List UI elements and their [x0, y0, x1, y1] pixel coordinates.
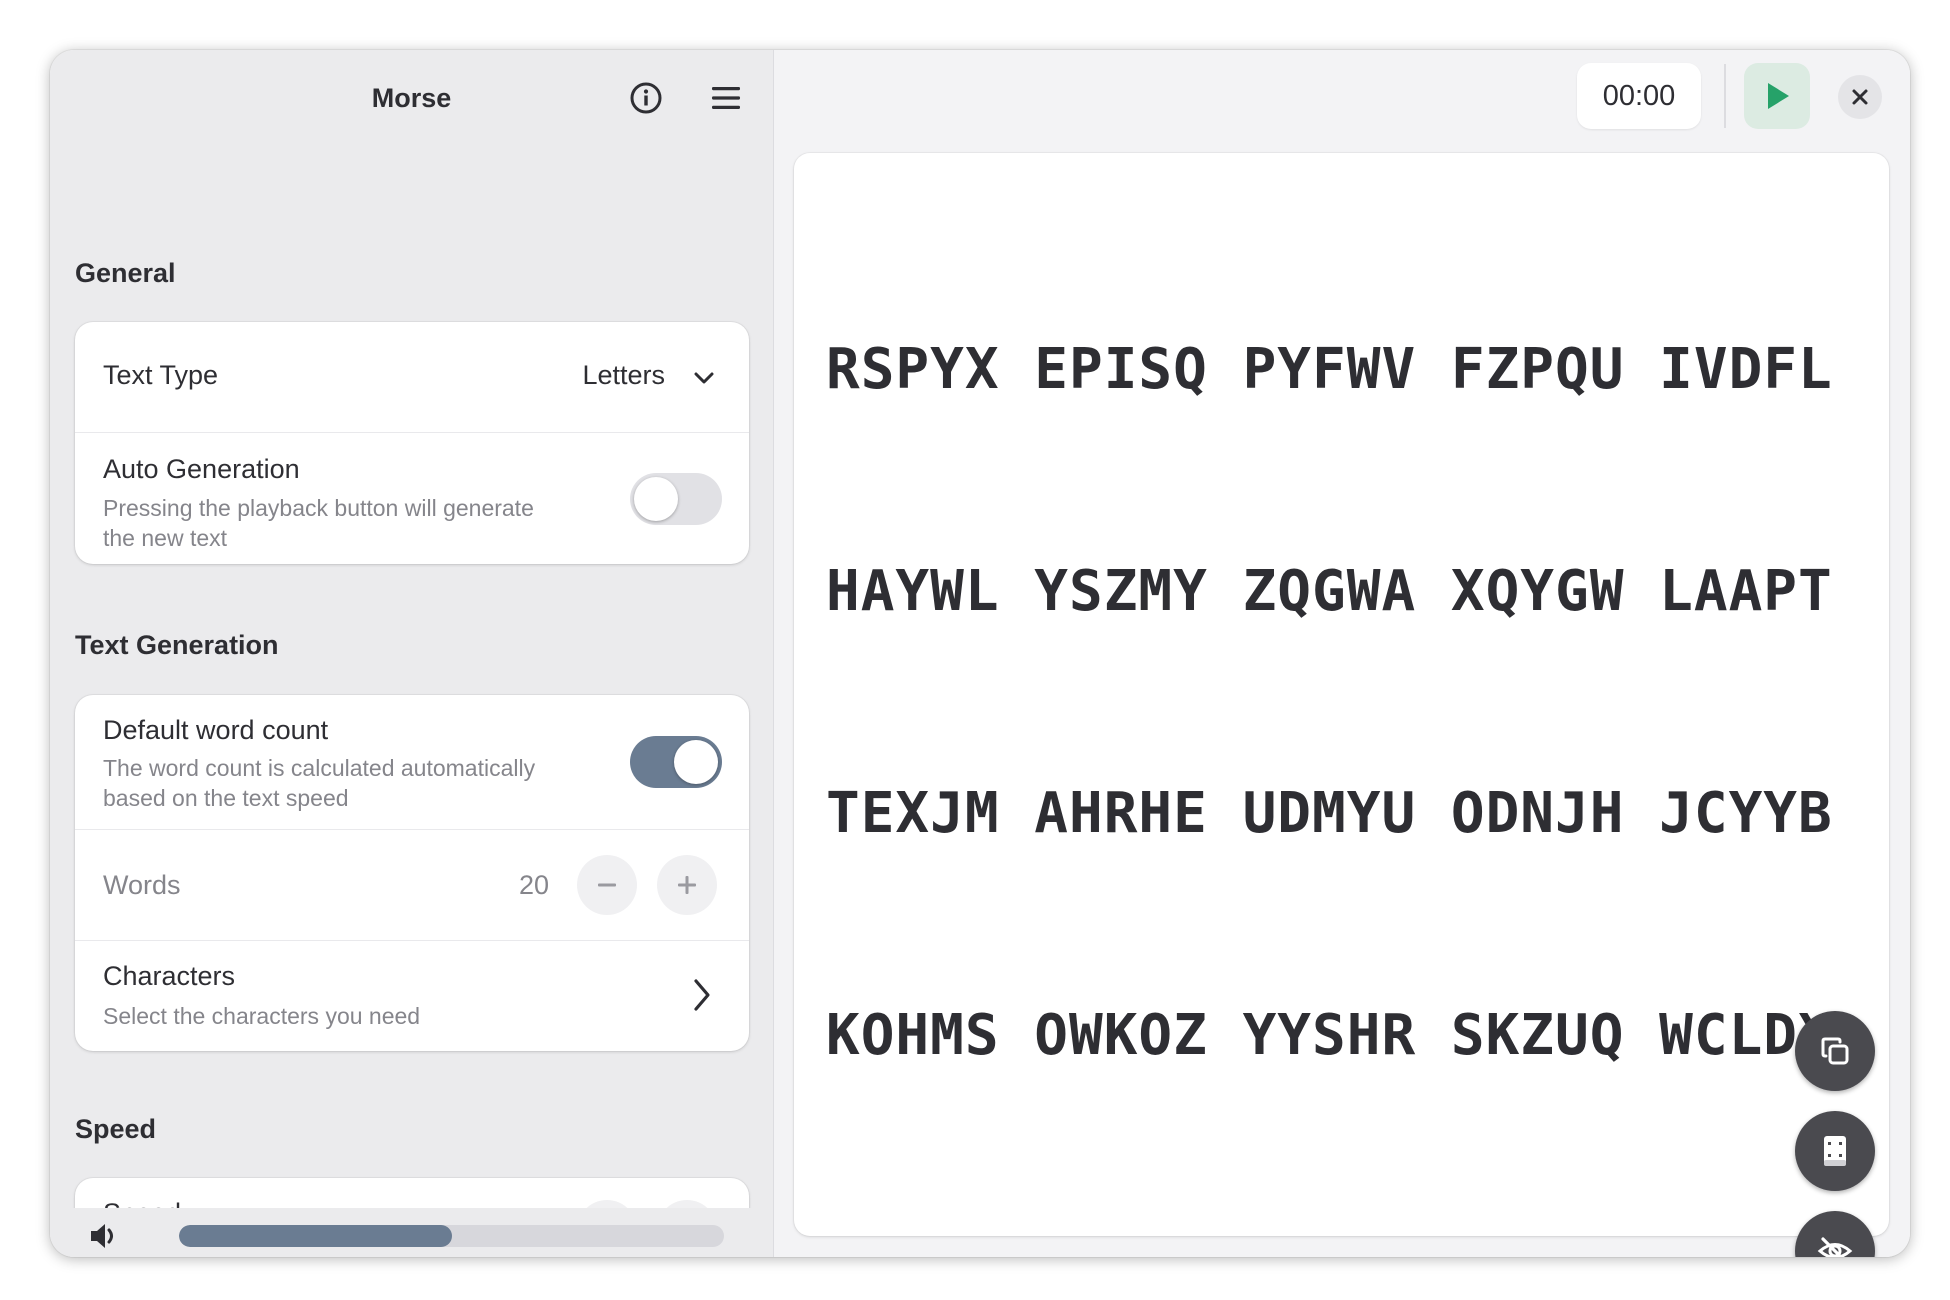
- words-label: Words: [103, 870, 181, 900]
- switch-knob: [634, 477, 678, 521]
- about-button[interactable]: [622, 74, 670, 122]
- sidebar-header: Morse: [50, 50, 773, 146]
- characters-row[interactable]: Characters Select the characters you nee…: [75, 941, 749, 1051]
- text-generation-heading: Text Generation: [75, 630, 279, 660]
- default-word-count-subtitle-line1: The word count is calculated automatical…: [103, 755, 536, 781]
- copy-button[interactable]: [1795, 1011, 1875, 1091]
- play-button[interactable]: [1744, 63, 1810, 129]
- copy-icon: [1821, 1037, 1849, 1065]
- characters-subtitle: Select the characters you need: [103, 1003, 421, 1029]
- speaker-volume-icon[interactable]: [88, 1221, 120, 1251]
- main-menu-button[interactable]: [702, 74, 750, 122]
- eye-off-icon: [1817, 1237, 1853, 1257]
- auto-generation-row: Auto Generation Pressing the playback bu…: [75, 433, 749, 564]
- main-pane: 00:00 RSPYX EPISQ PYFWV FZPQU IVDFL HAYW…: [774, 50, 1910, 1257]
- volume-slider-fill: [179, 1225, 452, 1247]
- hamburger-menu-icon: [712, 87, 740, 109]
- speed-heading: Speed: [75, 1114, 157, 1144]
- general-heading: General: [75, 258, 176, 288]
- general-card: Text Type Letters Auto Generation Pressi…: [75, 322, 749, 564]
- plus-icon: [678, 876, 696, 894]
- characters-title: Characters: [103, 961, 236, 991]
- close-window-button[interactable]: [1838, 75, 1882, 119]
- speed-increase-button[interactable]: [657, 1200, 717, 1208]
- auto-generation-switch[interactable]: [630, 473, 722, 525]
- close-icon: [1852, 89, 1868, 105]
- timer-display: 00:00: [1577, 63, 1701, 129]
- sidebar: Morse General Text Type Letters Auto Gen…: [50, 50, 774, 1257]
- text-type-row[interactable]: Text Type Letters: [75, 322, 749, 432]
- info-icon: [630, 82, 662, 114]
- header-separator: [1724, 64, 1726, 128]
- app-window: Morse General Text Type Letters Auto Gen…: [50, 50, 1910, 1257]
- speed-card: Speed: [75, 1178, 749, 1208]
- generated-text: RSPYX EPISQ PYFWV FZPQU IVDFL HAYWL YSZM…: [826, 185, 1866, 1221]
- words-value[interactable]: 20: [519, 870, 549, 901]
- default-word-count-subtitle: The word count is calculated automatical…: [103, 753, 623, 813]
- text-line: RSPYX EPISQ PYFWV FZPQU IVDFL: [826, 337, 1833, 402]
- volume-slider[interactable]: [179, 1225, 724, 1247]
- auto-generation-subtitle-line2: the new text: [103, 525, 228, 551]
- words-increase-button[interactable]: [657, 855, 717, 915]
- default-word-count-title: Default word count: [103, 715, 329, 745]
- sidebar-scroll-area[interactable]: General Text Type Letters Auto Generatio…: [50, 146, 773, 1208]
- switch-knob: [674, 740, 718, 784]
- chevron-right-icon: [694, 979, 710, 1011]
- flashcard-icon: [1824, 1136, 1846, 1166]
- text-line: HAYWL YSZMY ZQGWA XQYGW LAAPT: [826, 559, 1833, 624]
- default-word-count-subtitle-line2: based on the text speed: [103, 785, 349, 811]
- default-word-count-row: Default word count The word count is cal…: [75, 695, 749, 829]
- chevron-down-icon: [694, 372, 714, 384]
- morse-text-area[interactable]: RSPYX EPISQ PYFWV FZPQU IVDFL HAYWL YSZM…: [794, 153, 1889, 1257]
- text-line: TEXJM AHRHE UDMYU ODNJH JCYYB: [826, 781, 1833, 846]
- text-type-value[interactable]: Letters: [582, 360, 665, 391]
- text-line: KOHMS OWKOZ YYSHR SKZUQ WCLDX: [826, 1003, 1833, 1068]
- flashcard-button[interactable]: [1795, 1111, 1875, 1191]
- auto-generation-title: Auto Generation: [103, 454, 300, 484]
- auto-generation-subtitle: Pressing the playback button will genera…: [103, 493, 623, 553]
- play-icon: [1768, 83, 1789, 109]
- auto-generation-subtitle-line1: Pressing the playback button will genera…: [103, 495, 534, 521]
- volume-bar: [50, 1208, 773, 1257]
- minus-icon: [598, 883, 616, 887]
- text-type-label: Text Type: [103, 360, 219, 390]
- words-decrease-button[interactable]: [577, 855, 637, 915]
- speed-decrease-button[interactable]: [577, 1200, 637, 1208]
- text-generation-card: Default word count The word count is cal…: [75, 695, 749, 1051]
- speed-row-label: Speed: [103, 1198, 181, 1208]
- default-word-count-switch[interactable]: [630, 736, 722, 788]
- words-row: Words 20: [75, 830, 749, 940]
